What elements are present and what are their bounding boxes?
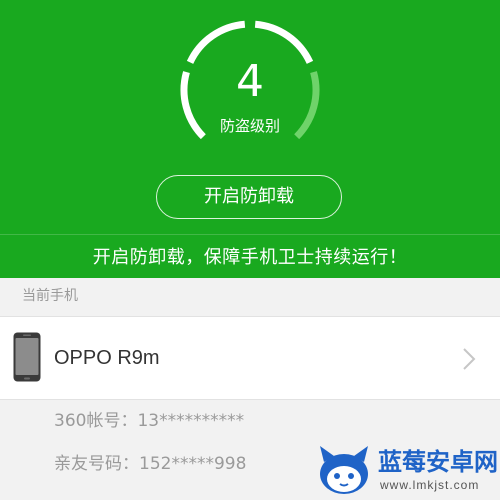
protection-gauge: 4 防盗级别 — [175, 15, 325, 165]
header-divider — [0, 234, 500, 235]
anti-theft-screen: 4 防盗级别 开启防卸载 开启防卸载，保障手机卫士持续运行！ 当前手机 OPPO… — [0, 0, 500, 500]
current-phone-section-header: 当前手机 — [0, 278, 500, 316]
watermark-url: www.lmkjst.com — [380, 478, 480, 492]
phone-icon — [13, 332, 41, 382]
site-watermark: 蓝莓安卓网 www.lmkjst.com — [312, 440, 500, 500]
protection-level-value: 4 — [236, 56, 264, 107]
protection-header: 4 防盗级别 开启防卸载 开启防卸载，保障手机卫士持续运行！ — [0, 0, 500, 278]
device-name: OPPO R9m — [54, 347, 160, 369]
section-title: 当前手机 — [22, 288, 78, 304]
account-number: 360帐号：13********** — [54, 411, 245, 431]
enable-anti-uninstall-button[interactable]: 开启防卸载 — [156, 175, 342, 219]
current-device-row[interactable]: OPPO R9m — [0, 316, 500, 400]
chevron-right-icon — [463, 348, 476, 370]
protection-level-label: 防盗级别 — [219, 117, 280, 135]
mascot-logo — [320, 446, 368, 494]
watermark-title: 蓝莓安卓网 — [378, 448, 498, 476]
anti-uninstall-tip: 开启防卸载，保障手机卫士持续运行！ — [92, 247, 408, 268]
friend-phone-number: 亲友号码：152*****998 — [54, 454, 247, 474]
